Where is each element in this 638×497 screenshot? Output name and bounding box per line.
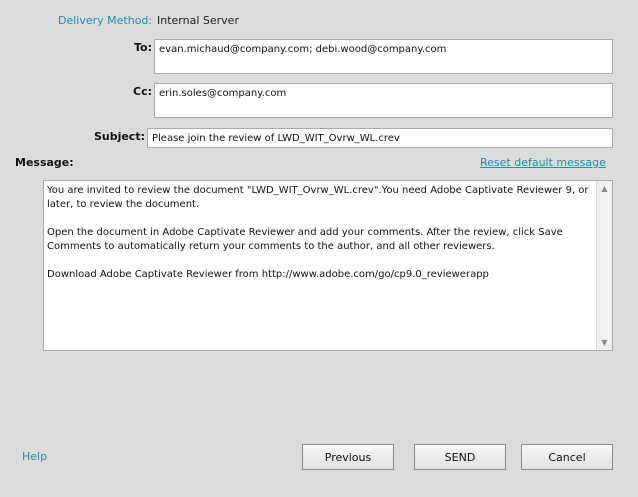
cc-field[interactable]: erin.soles@company.com (154, 83, 613, 118)
cancel-button[interactable]: Cancel (521, 444, 613, 470)
to-field[interactable]: evan.michaud@company.com; debi.wood@comp… (154, 39, 613, 74)
previous-button[interactable]: Previous (302, 444, 394, 470)
message-label: Message: (15, 156, 74, 169)
cc-label: Cc: (133, 85, 152, 98)
message-scrollbar[interactable]: ▲ ▼ (596, 181, 612, 350)
scroll-up-icon[interactable]: ▲ (597, 181, 612, 196)
send-button[interactable]: SEND (414, 444, 506, 470)
help-link[interactable]: Help (22, 450, 47, 463)
message-paragraph: Open the document in Adobe Captivate Rev… (47, 227, 563, 252)
message-paragraph: Download Adobe Captivate Reviewer from h… (47, 269, 489, 280)
subject-label: Subject: (93, 130, 145, 143)
delivery-method-value: Internal Server (157, 14, 239, 27)
message-field[interactable]: You are invited to review the document "… (43, 180, 613, 351)
reset-default-message-link[interactable]: Reset default message (480, 156, 606, 169)
message-body: You are invited to review the document "… (47, 184, 594, 347)
to-label: To: (134, 41, 152, 54)
subject-field[interactable]: Please join the review of LWD_WIT_Ovrw_W… (147, 128, 613, 148)
message-paragraph: You are invited to review the document "… (47, 185, 589, 210)
delivery-method-label: Delivery Method: (58, 14, 153, 27)
scroll-down-icon[interactable]: ▼ (597, 335, 612, 350)
